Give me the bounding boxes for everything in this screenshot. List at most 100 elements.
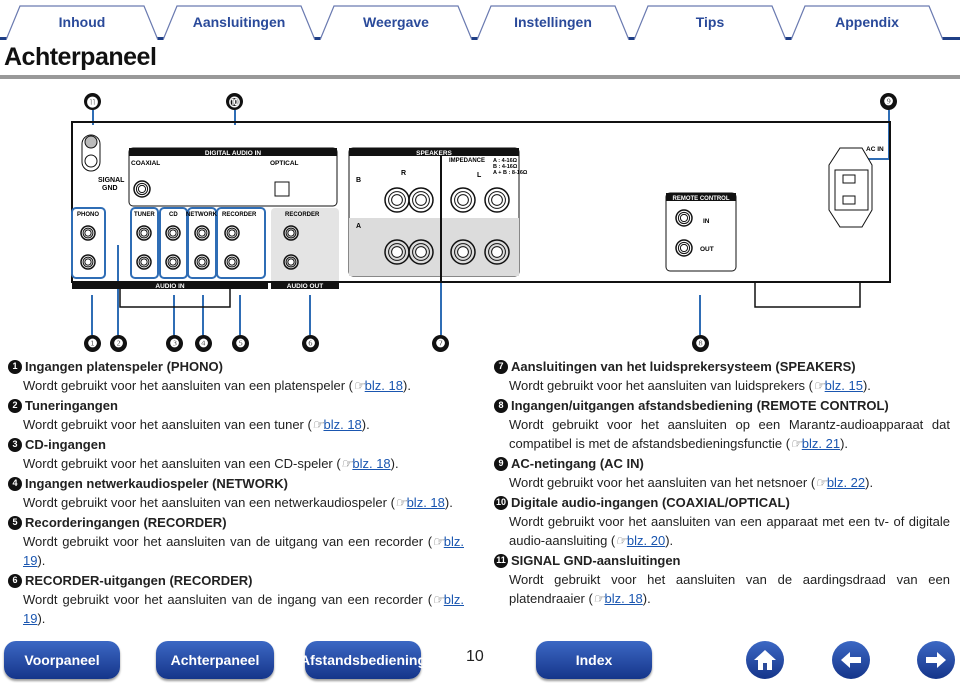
recorder-out-r-jack <box>283 254 299 270</box>
item-title: SIGNAL GND-aansluitingen <box>511 553 681 568</box>
description-item: 6 RECORDER-uitgangen (RECORDER) Wordt gebr… <box>8 571 464 628</box>
description-item: 11 SIGNAL GND-aansluitingen Wordt gebruikt… <box>494 551 950 608</box>
item-number: 3 <box>8 437 22 452</box>
top-nav-tabs: Inhoud Aansluitingen Weergave Instellingen T… <box>0 0 960 40</box>
item-title: Digitale audio-ingangen (COAXIAL/OPTICAL… <box>511 495 790 510</box>
tab-weergave[interactable]: Weergave <box>320 4 472 40</box>
recorder-out-l-jack <box>283 225 299 241</box>
page-link[interactable]: blz. 21 <box>802 436 840 451</box>
speaker-b-l-plus-terminal <box>484 187 510 213</box>
phono-r-jack <box>80 254 96 270</box>
page-link[interactable]: blz. 20 <box>627 533 665 548</box>
tab-inhoud[interactable]: Inhoud <box>6 4 158 40</box>
cd-l-jack <box>165 225 181 241</box>
callout-3: ❸ <box>166 335 183 352</box>
callout-4: ❹ <box>195 335 212 352</box>
voorpaneel-button[interactable]: Voorpaneel <box>4 641 120 679</box>
tab-appendix[interactable]: Appendix <box>791 4 943 40</box>
afstandsbediening-button[interactable]: Afstandsbediening <box>300 641 426 679</box>
page-link[interactable]: blz. 18 <box>604 591 642 606</box>
item-number: 2 <box>8 398 22 413</box>
back-button[interactable] <box>832 641 870 679</box>
forward-button[interactable] <box>917 641 955 679</box>
svg-text:DIGITAL AUDIO IN: DIGITAL AUDIO IN <box>205 150 262 157</box>
tab-label: Appendix <box>835 14 899 30</box>
item-description: Wordt gebruikt voor het aansluiten op ee… <box>509 417 950 451</box>
callout-2: ❷ <box>110 335 127 352</box>
speaker-a-l-minus-terminal <box>450 239 476 265</box>
item-title: Ingangen/uitgangen afstandsbediening (RE… <box>511 398 889 413</box>
speaker-b-r-plus-terminal <box>384 187 410 213</box>
page-link[interactable]: blz. 18 <box>323 417 361 432</box>
item-description-end: ). <box>361 417 370 432</box>
description-item: 9 AC-netingang (AC IN) Wordt gebruikt voor… <box>494 454 950 492</box>
tab-label: Tips <box>695 14 725 30</box>
page-link[interactable]: blz. 18 <box>352 456 390 471</box>
title-divider <box>0 75 960 79</box>
svg-text:IN: IN <box>703 218 710 225</box>
description-list-left: 1 Ingangen platenspeler (PHONO) Wordt gebr… <box>8 357 464 629</box>
item-number: 1 <box>8 359 22 374</box>
tab-tips[interactable]: Tips <box>634 4 786 40</box>
tab-instellingen[interactable]: Instellingen <box>477 4 629 40</box>
description-item: 1 Ingangen platenspeler (PHONO) Wordt gebr… <box>8 357 464 395</box>
svg-text:AUDIO IN: AUDIO IN <box>155 283 185 290</box>
cd-r-jack <box>165 254 181 270</box>
index-button[interactable]: Index <box>536 641 652 679</box>
item-description-end: ). <box>390 456 399 471</box>
page-reference-icon: ☞ <box>815 475 827 490</box>
item-number: 8 <box>494 398 508 413</box>
description-item: 7 Aansluitingen van het luidsprekersystee… <box>494 357 950 395</box>
page-link[interactable]: blz. 22 <box>827 475 865 490</box>
page-link[interactable]: blz. 18 <box>407 495 445 510</box>
item-description: Wordt gebruikt voor het aansluiten van d… <box>509 572 950 606</box>
svg-text:AC IN: AC IN <box>866 146 884 153</box>
coaxial-jack <box>133 180 151 198</box>
item-number: 9 <box>494 456 508 471</box>
svg-text:TUNER: TUNER <box>134 212 155 218</box>
svg-text:R: R <box>401 170 406 177</box>
item-title: Ingangen netwerkaudiospeler (NETWORK) <box>25 476 288 491</box>
tab-label: Instellingen <box>514 14 592 30</box>
audio-in-section: AUDIO IN PHONO TUNER CD NETWORK RECORDER <box>71 207 268 290</box>
item-number: 6 <box>8 573 22 588</box>
tuner-l-jack <box>136 225 152 241</box>
rear-panel-diagram: SIGNALGND DIGITAL AUDIO IN COAXIAL OPTICA… <box>71 110 891 335</box>
description-item: 5 Recorderingangen (RECORDER) Wordt gebrui… <box>8 513 464 570</box>
item-description-end: ). <box>37 611 46 626</box>
page-reference-icon: ☞ <box>790 436 802 451</box>
svg-text:L: L <box>477 172 482 179</box>
item-number: 10 <box>494 495 508 510</box>
network-r-jack <box>194 254 210 270</box>
item-description-end: ). <box>444 495 453 510</box>
svg-text:PHONO: PHONO <box>77 212 99 218</box>
recorder-in-r-jack <box>224 254 240 270</box>
item-description-end: ). <box>642 591 651 606</box>
remote-out-jack <box>675 239 693 257</box>
item-description-end: ). <box>840 436 849 451</box>
callout-6: ❻ <box>302 335 319 352</box>
signal-gnd-terminal: SIGNALGND <box>81 134 125 192</box>
item-description-end: ). <box>865 475 874 490</box>
achterpaneel-button[interactable]: Achterpaneel <box>156 641 274 679</box>
svg-text:A: A <box>356 223 361 230</box>
home-button[interactable] <box>746 641 784 679</box>
page-reference-icon: ☞ <box>394 495 407 510</box>
item-description: Wordt gebruikt voor het aansluiten van e… <box>509 514 950 548</box>
page-link[interactable]: blz. 15 <box>825 378 863 393</box>
item-description-end: ). <box>37 553 46 568</box>
tab-aansluitingen[interactable]: Aansluitingen <box>163 4 315 40</box>
item-number: 7 <box>494 359 508 374</box>
phono-l-jack <box>80 225 96 241</box>
callout-1: ❶ <box>84 335 101 352</box>
speaker-a-r-plus-terminal <box>384 239 410 265</box>
arrow-right-icon <box>926 652 946 668</box>
svg-text:RECORDER: RECORDER <box>222 212 257 218</box>
description-item: 8 Ingangen/uitgangen afstandsbediening (R… <box>494 396 950 453</box>
item-description-end: ). <box>862 378 871 393</box>
item-title: CD-ingangen <box>25 437 106 452</box>
page-link[interactable]: blz. 18 <box>365 378 403 393</box>
page-reference-icon: ☞ <box>432 534 444 549</box>
tab-label: Weergave <box>363 14 429 30</box>
item-title: AC-netingang (AC IN) <box>511 456 644 471</box>
